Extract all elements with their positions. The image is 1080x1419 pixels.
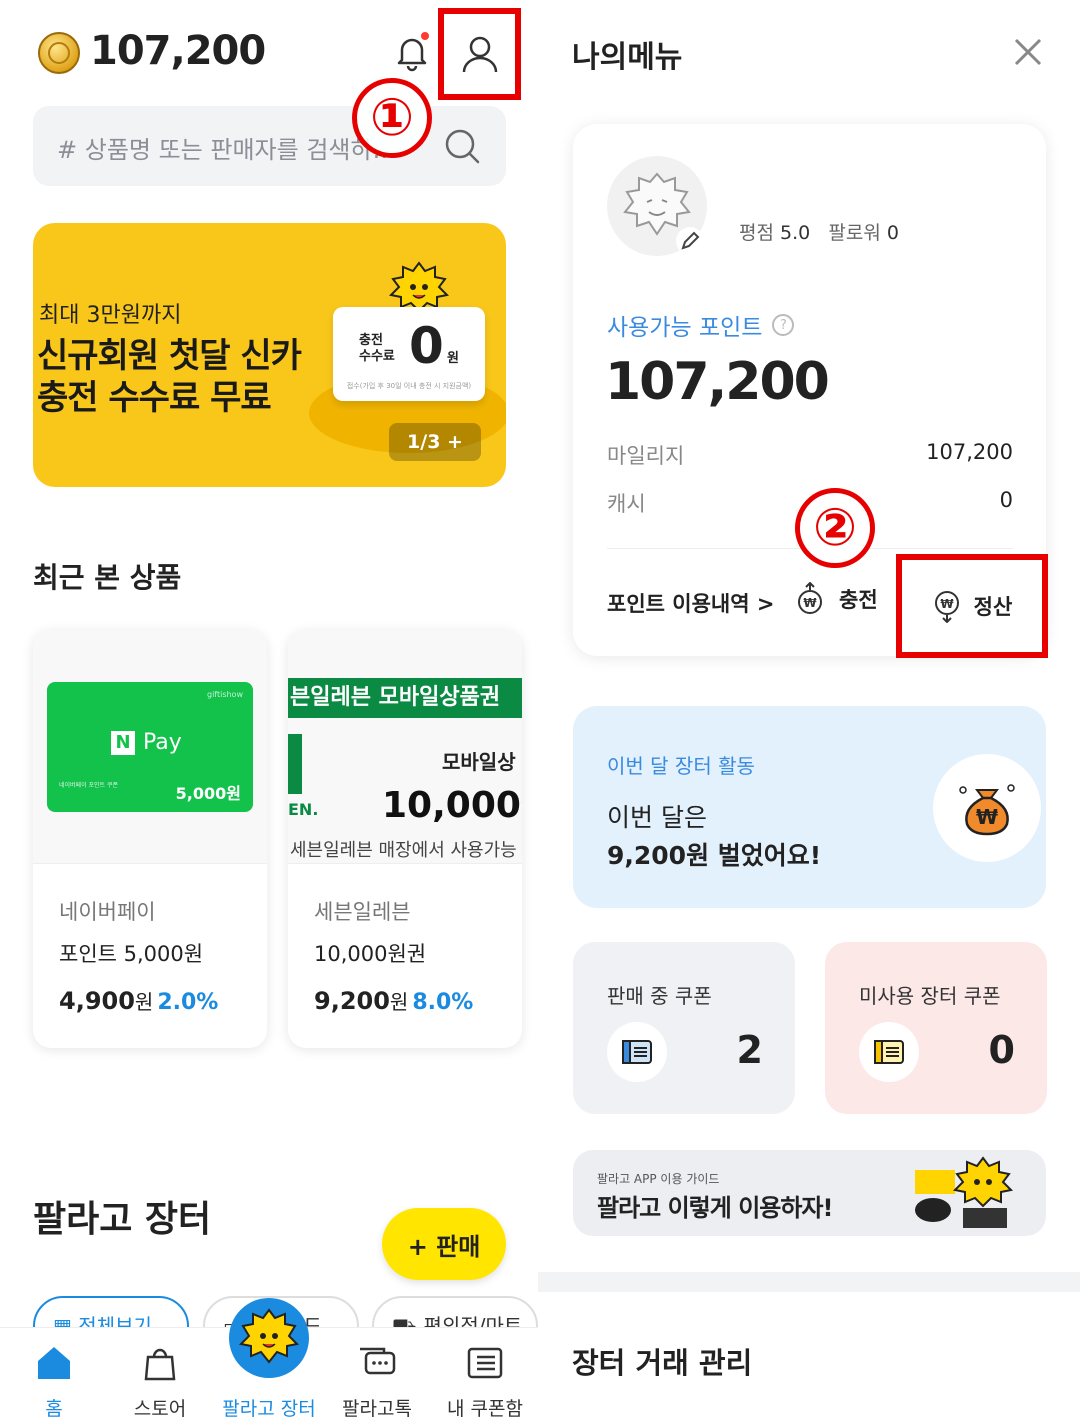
mascot-icon [915, 1156, 1014, 1228]
coupon-icon [859, 1022, 919, 1082]
step-2-marker: ② [795, 488, 875, 568]
svg-text:₩: ₩ [940, 597, 954, 611]
my-menu-panel: 나의메뉴 평점 5.0 팔로워 0 사용가능 포인트 ? 107,200 마일리… [538, 0, 1080, 1419]
help-icon[interactable]: ? [772, 314, 795, 336]
svg-text:₩: ₩ [803, 596, 817, 610]
section-separator [538, 1272, 1080, 1292]
user-icon [462, 36, 497, 73]
tab-home[interactable]: 홈 [0, 1342, 108, 1419]
charge-coin-icon: ₩ [798, 582, 822, 614]
page-title: 나의메뉴 [572, 40, 683, 75]
market-section-title: 팔라고 장터 [33, 1199, 212, 1240]
svg-text:₩: ₩ [976, 805, 998, 829]
search-placeholder: # 상품명 또는 판매자를 검색하... [57, 136, 396, 164]
profile-card: 평점 5.0 팔로워 0 사용가능 포인트 ? 107,200 마일리지 107,… [573, 124, 1048, 658]
bell-icon[interactable] [390, 30, 434, 74]
banner-subtitle: 최대 3만원까지 [39, 303, 182, 328]
product-brand: 네이버페이 [59, 900, 156, 924]
product-image: 븐일레븐 모바일상품권 EN. 모바일상 10,000원 세븐일레븐 매장에서 … [288, 630, 522, 864]
unused-coupons-card[interactable]: 미사용 장터 쿠폰 0 [825, 942, 1047, 1114]
naver-n-icon: N [111, 730, 135, 755]
market-mascot-button[interactable] [229, 1298, 309, 1378]
product-price: 9,200원 8.0% [314, 987, 474, 1015]
selling-coupon-count: 2 [736, 1028, 763, 1072]
my-menu-button[interactable] [438, 8, 521, 100]
product-price: 4,900원 2.0% [59, 987, 219, 1015]
available-points-value: 107,200 [605, 352, 830, 412]
banner-page-indicator[interactable]: 1/3 + [389, 423, 481, 461]
close-icon[interactable] [1010, 34, 1046, 70]
mascot-icon [238, 1308, 300, 1364]
product-card[interactable]: 븐일레븐 모바일상품권 EN. 모바일상 10,000원 세븐일레븐 매장에서 … [288, 630, 522, 1048]
monthly-activity-card[interactable]: 이번 달 장터 활동 이번 달은 9,200원 벌었어요! ₩ [573, 706, 1046, 908]
home-screen: 107,200 # 상품명 또는 판매자를 검색하... ① 최대 3만원까지 … [0, 0, 538, 1419]
zero-fee-ticket: 충전 수수료 0 원 접수(가입 후 30일 이내 충전 시 지원금액) [333, 307, 485, 401]
product-name: 포인트 5,000원 [59, 942, 204, 966]
banner-title: 신규회원 첫달 신카 충전 수수료 무료 [37, 336, 302, 418]
discount-rate: 2.0% [157, 990, 219, 1015]
coupon-list-icon [467, 1347, 503, 1379]
recent-products-title: 최근 본 상품 [33, 561, 182, 594]
product-name: 10,000원권 [314, 942, 427, 966]
search-icon[interactable] [442, 126, 482, 166]
coupon-icon [607, 1022, 667, 1082]
step-1-marker: ① [352, 78, 432, 158]
profile-stats: 평점 5.0 팔로워 0 [739, 222, 899, 244]
activity-label: 이번 달 장터 활동 [607, 754, 755, 778]
mileage-row: 마일리지 107,200 [607, 440, 1013, 468]
trade-management-title: 장터 거래 관리 [572, 1346, 753, 1380]
search-bar[interactable]: # 상품명 또는 판매자를 검색하... [33, 106, 506, 186]
product-brand: 세븐일레븐 [314, 900, 411, 924]
edit-pencil-icon[interactable] [675, 226, 705, 256]
shopping-bag-icon [144, 1348, 176, 1381]
charge-button[interactable]: ₩ 충전 [795, 582, 878, 616]
available-points-label: 사용가능 포인트 ? [607, 308, 795, 342]
app-guide-banner[interactable]: 팔라고 APP 이용 가이드 팔라고 이렇게 이용하자! [573, 1150, 1046, 1236]
tab-talk[interactable]: 팔라고톡 [323, 1342, 431, 1419]
settle-coin-icon: ₩ [934, 591, 959, 623]
product-image: giftishow N Pay 네이버페이 포인트 쿠폰 5,000원 [33, 630, 267, 864]
selling-coupons-card[interactable]: 판매 중 쿠폰 2 [573, 942, 795, 1114]
coin-icon [38, 32, 80, 74]
activity-line1: 이번 달은 [607, 803, 707, 832]
unused-coupon-count: 0 [988, 1028, 1015, 1072]
tab-store[interactable]: 스토어 [106, 1342, 214, 1419]
promo-banner[interactable]: 최대 3만원까지 신규회원 첫달 신카 충전 수수료 무료 충전 수수료 0 원… [33, 223, 506, 487]
activity-earnings: 9,200원 벌었어요! [607, 841, 822, 870]
discount-rate: 8.0% [412, 990, 474, 1015]
home-icon [38, 1347, 70, 1379]
point-history-link[interactable]: 포인트 이용내역 > [607, 588, 774, 618]
tab-coupon-box[interactable]: 내 쿠폰함 [431, 1342, 538, 1419]
point-balance: 107,200 [90, 28, 266, 74]
money-bag-icon: ₩ [933, 754, 1041, 862]
settle-button[interactable]: ₩ 정산 [896, 554, 1048, 658]
sell-button[interactable]: + 판매 [382, 1208, 506, 1280]
chat-icon [360, 1347, 396, 1375]
product-card[interactable]: giftishow N Pay 네이버페이 포인트 쿠폰 5,000원 네이버페이… [33, 630, 267, 1048]
